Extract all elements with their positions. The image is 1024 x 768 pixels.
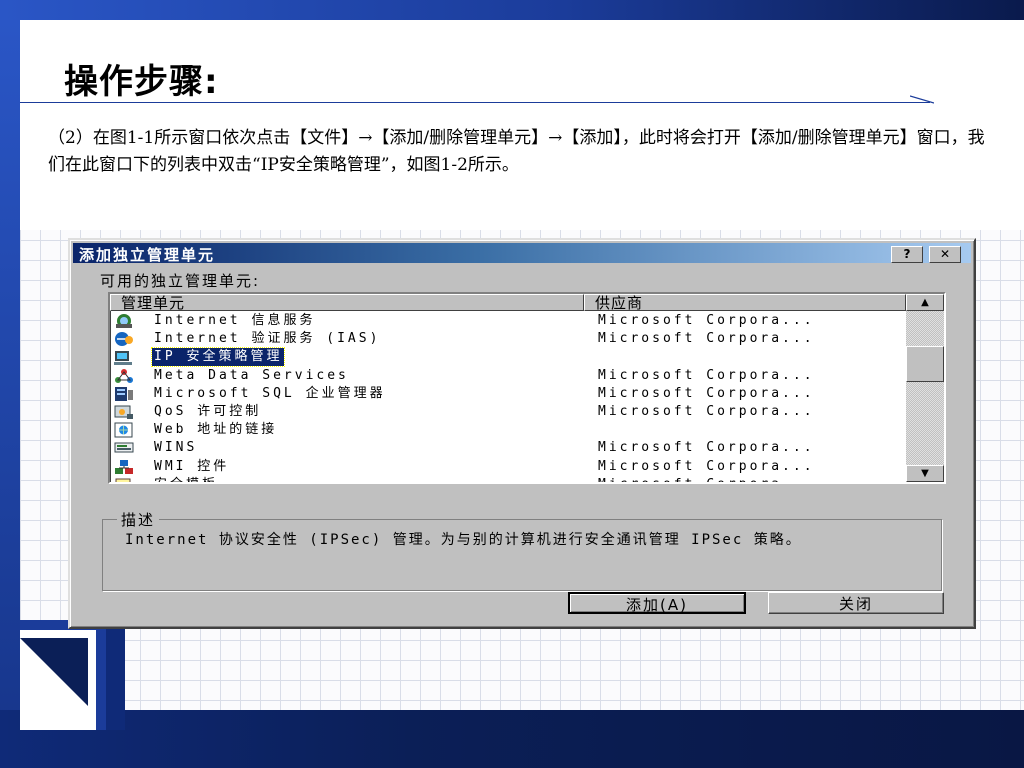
snapin-name: Web 地址的链接	[154, 422, 278, 438]
scroll-up-button[interactable]: ▲	[906, 294, 944, 311]
description-group: 描述 Internet 协议安全性 (IPSec) 管理。为与别的计算机进行安全…	[102, 509, 942, 591]
list-item[interactable]: WINS Microsoft Corpora...	[110, 439, 906, 457]
snapin-vendor: Microsoft Corpora...	[598, 458, 815, 474]
snapin-name: Microsoft SQL 企业管理器	[154, 385, 386, 401]
scrollbar-thumb[interactable]	[906, 346, 944, 382]
slide-left-band	[0, 20, 20, 768]
list-item[interactable]: Internet 信息服务 Microsoft Corpora...	[110, 312, 906, 330]
snapin-vendor: Microsoft Corpora...	[598, 331, 815, 347]
list-item[interactable]: Microsoft SQL 企业管理器 Microsoft Corpora...	[110, 385, 906, 403]
security-template-icon	[115, 478, 131, 482]
list-item-selected[interactable]: IP 安全策略管理	[110, 347, 906, 368]
snapin-name: Internet 验证服务 (IAS)	[154, 331, 381, 347]
snapin-name: WMI 控件	[154, 458, 230, 474]
title-underline	[20, 102, 930, 103]
wmi-icon	[115, 459, 133, 474]
snapin-vendor: Microsoft Corpora...	[598, 476, 815, 482]
list-item[interactable]: Web 地址的链接	[110, 421, 906, 439]
close-icon[interactable]: ✕	[929, 246, 961, 263]
snapin-rows: Internet 信息服务 Microsoft Corpora... Inter…	[110, 312, 906, 482]
list-item[interactable]: Internet 验证服务 (IAS) Microsoft Corpora...	[110, 330, 906, 348]
add-button[interactable]: 添加(A)	[568, 592, 746, 614]
description-label: 描述	[117, 509, 160, 530]
snapin-vendor: Microsoft Corpora...	[598, 403, 815, 419]
dialog-title: 添加独立管理单元	[79, 246, 216, 264]
slide-title: 操作步骤:	[64, 62, 219, 102]
list-item[interactable]: QoS 许可控制 Microsoft Corpora...	[110, 403, 906, 421]
corner-decoration	[20, 620, 125, 730]
wins-icon	[114, 442, 134, 453]
dialog-titlebar[interactable]: 添加独立管理单元 ? ✕	[73, 243, 971, 264]
add-snapin-dialog: 添加独立管理单元 ? ✕ 可用的独立管理单元: 管理单元 供应商 Interne…	[68, 238, 976, 629]
ip-security-icon	[114, 351, 132, 366]
description-text: Internet 协议安全性 (IPSec) 管理。为与别的计算机进行安全通讯管…	[125, 532, 802, 548]
ias-icon	[115, 332, 133, 347]
meta-data-icon	[115, 368, 133, 383]
slide-body-text: （2）在图1-1所示窗口依次点击【文件】→【添加/删除管理单元】→【添加】，此时…	[48, 128, 985, 175]
available-snapins-label: 可用的独立管理单元:	[100, 272, 261, 290]
slide-top-band	[0, 0, 1024, 20]
snapin-name: IP 安全策略管理	[150, 347, 286, 368]
slide-bottom-band	[0, 710, 1024, 768]
close-button[interactable]: 关闭	[768, 592, 944, 614]
iis-icon	[116, 314, 132, 328]
snapin-vendor: Microsoft Corpora...	[598, 385, 815, 401]
snapin-name: 安全模板	[152, 476, 220, 482]
list-item[interactable]: 安全模板 Microsoft Corpora...	[110, 476, 906, 482]
snapin-vendor: Microsoft Corpora...	[598, 313, 815, 328]
column-header-snapin[interactable]: 管理单元	[110, 294, 584, 311]
snapin-list[interactable]: 管理单元 供应商 Internet 信息服务 Microsoft Corpora…	[108, 292, 946, 484]
column-header-vendor[interactable]: 供应商	[584, 294, 906, 311]
snapin-vendor: Microsoft Corpora...	[598, 367, 815, 383]
list-item[interactable]: Meta Data Services Microsoft Corpora...	[110, 367, 906, 385]
sql-server-icon	[115, 386, 133, 401]
qos-icon	[114, 405, 133, 419]
snapin-vendor: Microsoft Corpora...	[598, 440, 815, 456]
snapin-name: QoS 许可控制	[154, 403, 262, 419]
list-item[interactable]: WMI 控件 Microsoft Corpora...	[110, 458, 906, 476]
snapin-name: Meta Data Services	[154, 367, 349, 383]
web-link-icon	[114, 422, 133, 438]
help-button[interactable]: ?	[891, 246, 923, 263]
snapin-name: Internet 信息服务	[154, 313, 316, 328]
list-scrollbar[interactable]: ▲ ▼	[906, 294, 944, 482]
title-underline-end	[910, 95, 934, 104]
snapin-name: WINS	[154, 440, 198, 456]
scroll-down-button[interactable]: ▼	[906, 465, 944, 482]
slide-content: 操作步骤: （2）在图1-1所示窗口依次点击【文件】→【添加/删除管理单元】→【…	[20, 20, 1024, 730]
